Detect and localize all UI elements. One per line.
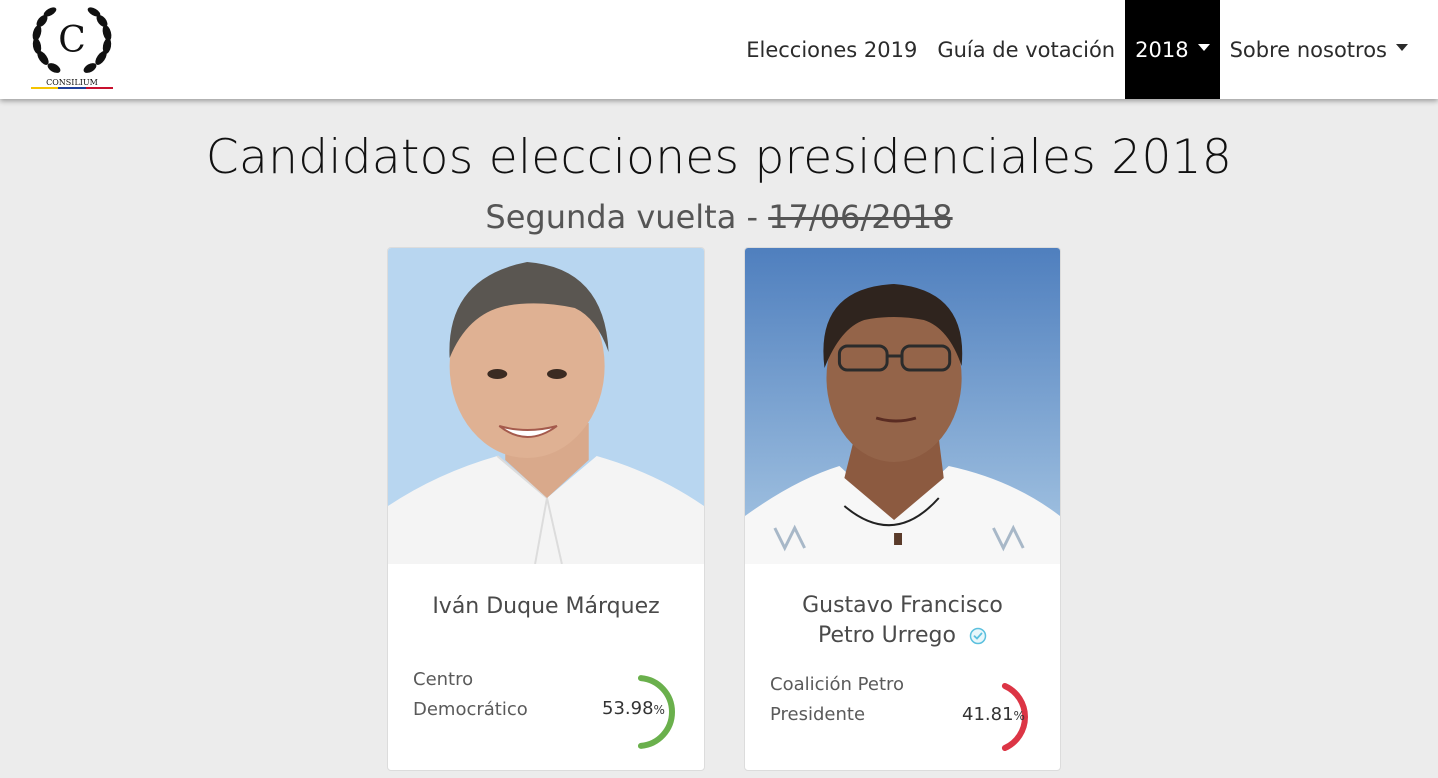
page-subtitle: Segunda vuelta - 17/06/2018 (0, 198, 1438, 236)
nav-item-sobre-nosotros-dropdown[interactable]: Sobre nosotros (1220, 0, 1418, 99)
caret-down-icon (1396, 44, 1408, 51)
nav-item-2018-dropdown[interactable]: 2018 (1125, 0, 1220, 99)
candidate-card[interactable]: Iván Duque Márquez Centro Democrático 53… (387, 247, 705, 771)
candidate-name-line-1: Gustavo Francisco (802, 593, 1003, 618)
page-title: Candidatos elecciones presidenciales 201… (205, 130, 1233, 185)
candidate-photo (388, 248, 704, 564)
candidate-name-line-1: Iván Duque Márquez (432, 594, 660, 619)
round-label: Segunda vuelta - (485, 198, 769, 236)
nav-item-elecciones-2019[interactable]: Elecciones 2019 (736, 0, 927, 99)
caret-down-icon (1197, 44, 1210, 51)
candidate-card[interactable]: Gustavo Francisco Petro Urrego Coalición… (744, 247, 1061, 771)
nav-item-label: Elecciones 2019 (746, 37, 918, 62)
nav-item-label: Sobre nosotros (1229, 37, 1387, 62)
candidate-party: Centro Democrático (413, 665, 528, 725)
svg-text:CONSILIUM: CONSILIUM (46, 78, 98, 87)
nav-item-label: Guía de votación (937, 37, 1116, 62)
candidate-name-line-2: Petro Urrego (818, 623, 956, 648)
nav-menu: Elecciones 2019 Guía de votación 2018 So… (736, 0, 1418, 99)
candidate-photo (745, 248, 1060, 564)
nav-item-guia-votacion[interactable]: Guía de votación (927, 0, 1125, 99)
percentage-value: 53.98 (602, 698, 654, 719)
vote-percentage: 53.98% (602, 698, 665, 719)
election-date: 17/06/2018 (768, 198, 953, 236)
top-navbar: C CONSILIUM Elecciones 2019 Guía de vota… (0, 0, 1438, 99)
percentage-value: 41.81 (962, 704, 1014, 725)
verified-check-icon (969, 627, 987, 645)
candidate-name[interactable]: Iván Duque Márquez (388, 592, 704, 622)
consilium-logo[interactable]: C CONSILIUM (29, 2, 115, 90)
party-line-2: Presidente (770, 704, 866, 725)
candidate-name-line-2-wrap: Petro Urrego (745, 621, 1060, 651)
candidate-name[interactable]: Gustavo Francisco Petro Urrego (745, 591, 1060, 651)
vote-percentage: 41.81% (962, 704, 1025, 725)
candidate-party: Coalición Petro Presidente (770, 670, 904, 730)
svg-text:C: C (58, 20, 86, 61)
nav-item-label: 2018 (1135, 37, 1189, 62)
party-line-1: Centro (413, 669, 474, 690)
percent-symbol: % (653, 703, 665, 717)
percent-symbol: % (1013, 709, 1025, 723)
party-line-2: Democrático (413, 699, 528, 720)
party-line-1: Coalición Petro (770, 674, 905, 695)
